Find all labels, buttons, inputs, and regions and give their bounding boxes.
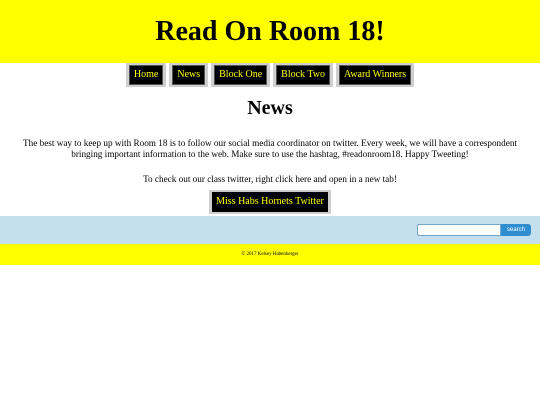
search-bar: search bbox=[0, 216, 540, 244]
nav-item-label[interactable]: Block Two bbox=[276, 65, 331, 85]
nav-item-label[interactable]: Block One bbox=[214, 65, 268, 85]
nav-item-label[interactable]: Award Winners bbox=[339, 65, 412, 85]
twitter-link-button[interactable]: Miss Habs Hornets Twitter bbox=[209, 190, 331, 214]
twitter-link-label[interactable]: Miss Habs Hornets Twitter bbox=[212, 192, 328, 212]
site-header: Read On Room 18! bbox=[0, 0, 540, 63]
nav-item-home[interactable]: Home bbox=[125, 63, 167, 87]
nav-item-award-winners[interactable]: Award Winners bbox=[336, 63, 415, 87]
copyright-text: © 2017 Kelsey Habenberger bbox=[241, 252, 299, 257]
nav-item-news[interactable]: News bbox=[169, 63, 209, 87]
nav-item-label[interactable]: Home bbox=[128, 65, 164, 85]
nav-item-label[interactable]: News bbox=[172, 65, 206, 85]
news-paragraph: The best way to keep up with Room 18 is … bbox=[23, 138, 517, 159]
search-input[interactable] bbox=[417, 224, 501, 236]
nav-item-block-one[interactable]: Block One bbox=[211, 63, 271, 87]
site-title: Read On Room 18! bbox=[155, 15, 385, 47]
footer: © 2017 Kelsey Habenberger bbox=[0, 244, 540, 265]
twitter-link-wrapper: Miss Habs Hornets Twitter bbox=[0, 190, 540, 214]
page-heading: News bbox=[247, 97, 293, 119]
main-nav: Home News Block One Block Two Award Winn… bbox=[0, 63, 540, 87]
twitter-instructions: To check out our class twitter, right cl… bbox=[143, 174, 397, 184]
search-button[interactable]: search bbox=[501, 224, 531, 236]
nav-item-block-two[interactable]: Block Two bbox=[273, 63, 334, 87]
